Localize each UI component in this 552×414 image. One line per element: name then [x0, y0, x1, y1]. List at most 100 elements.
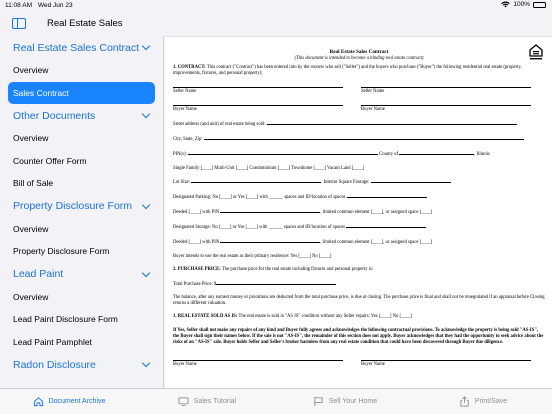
sidebar-section-header[interactable]: Real Estate Sales Contract [0, 36, 163, 59]
sidebar-section-title: Lead Paint [13, 268, 64, 280]
city-label: City, State, Zip: [173, 136, 203, 142]
county-blank[interactable] [399, 151, 475, 155]
state-label: , Illinois [474, 151, 490, 157]
deeded-parking-blank[interactable] [220, 209, 321, 214]
section-contract: 1. CONTRACT: This contract ("Contract") … [173, 65, 545, 77]
sidebar-section-header[interactable]: Other Documents [0, 104, 163, 127]
sign-icon [314, 396, 323, 407]
sidebar-section-header[interactable]: Property Disclosure Form [0, 195, 163, 218]
sidebar-item[interactable]: Sales Contract [8, 81, 155, 104]
city-blank[interactable] [203, 136, 524, 140]
deeded-parking-label: Deeded [____] with PIN [173, 210, 220, 216]
deeded-storage-blank[interactable] [220, 239, 321, 243]
parking-row[interactable]: Designated Parking: No [____] or Yes [__… [173, 194, 545, 201]
house-icon [33, 397, 43, 407]
chevron-down-icon[interactable] [141, 41, 151, 51]
city-field[interactable]: City, State, Zip: [173, 136, 545, 143]
contract-page: Real Estate Sales Contract (This documen… [173, 41, 545, 368]
tab-sell-your-home[interactable]: Sell Your Home [276, 389, 414, 414]
tab-document-archive[interactable]: Document Archive [0, 389, 138, 414]
primary-residence-row[interactable]: Buyer intends to use the real estate as … [173, 254, 545, 260]
property-type-row[interactable]: Single Family [____] Multi-Unit [____] C… [173, 166, 545, 172]
seller-name-line[interactable]: Seller Name [173, 87, 343, 95]
street-blank[interactable] [266, 121, 517, 125]
sidebar-item[interactable]: Lead Paint Pamphlet [0, 331, 163, 354]
pin-blank[interactable] [187, 151, 378, 155]
as-is-buyer-name-line-2[interactable]: Buyer Name [361, 359, 531, 368]
lot-size-blank[interactable] [191, 179, 322, 184]
storage-blank[interactable] [346, 224, 427, 228]
sidebar-item[interactable]: Property Disclosure Form [0, 240, 163, 263]
battery-percent: 100% [513, 1, 530, 8]
section-as-is-head: 3. REAL ESTATE SOLD AS IS: [173, 314, 238, 320]
status-date: Wed Jun 23 [38, 2, 73, 9]
tab-bar: Document Archive Sales Tutorial Sell Your … [0, 388, 552, 414]
chevron-down-icon[interactable] [141, 358, 151, 368]
sidebar-toggle-icon[interactable] [12, 18, 26, 29]
lot-size-row[interactable]: Lot Size: Interior Square Footage: [173, 179, 545, 186]
tab-label: Document Archive [48, 398, 106, 405]
chevron-down-icon[interactable] [141, 109, 151, 119]
sidebar-item[interactable]: Lead Paint Disclosure Form [0, 308, 163, 331]
sidebar-section-header[interactable]: Radon Disclosure [0, 353, 163, 376]
section-as-is: 3. REAL ESTATE SOLD AS IS: The real esta… [173, 314, 545, 320]
section-price: 2. PURCHASE PRICE: The purchase price fo… [173, 267, 545, 273]
sidebar-item[interactable]: Overview [0, 218, 163, 241]
status-right: 100% [501, 1, 546, 8]
sqft-blank[interactable] [370, 179, 451, 184]
sidebar-section-header[interactable]: Lead Paint [0, 263, 163, 286]
tab-sales-tutorial[interactable]: Sales Tutorial [138, 389, 276, 414]
tab-label: Sales Tutorial [193, 398, 237, 405]
section-as-is-text: The real estate is sold in "AS IS" condi… [238, 314, 412, 320]
sidebar-section-title: Property Disclosure Form [13, 200, 133, 212]
deeded-storage-label: Deeded [____] with PIN [173, 239, 220, 245]
battery-icon [533, 1, 546, 8]
seller-signature-row: Seller Name Seller Name [173, 87, 545, 95]
limited-parking-label: , limited common element [____], or assi… [320, 210, 433, 216]
sqft-label: Interior Square Footage: [323, 180, 370, 186]
buyer-name-line-2[interactable]: Buyer Name [361, 105, 531, 113]
balance-text: The balance, after any earnest money or … [173, 295, 545, 307]
share-icon [460, 396, 469, 407]
section-contract-head: 1. CONTRACT: [173, 65, 206, 71]
total-price-label: Total Purchase Price: $ [173, 281, 217, 287]
storage-label: Designated Storage: No [____] or Yes [__… [173, 225, 346, 230]
parking-label: Designated Parking: No [____] or Yes [__… [173, 195, 346, 201]
doc-subtitle: (This document is intended to become a b… [294, 55, 424, 61]
document-viewer[interactable]: Real Estate Sales Contract (This documen… [165, 36, 552, 388]
total-price-blank[interactable] [216, 281, 337, 285]
nav-title: Real Estate Sales [47, 18, 123, 29]
pin-field[interactable]: PIN(s): County of , Illinois [173, 151, 545, 158]
storage-row[interactable]: Designated Storage: No [____] or Yes [__… [173, 224, 545, 231]
wifi-icon [501, 1, 511, 8]
status-time: 11:08 AM [5, 2, 32, 9]
parking-blank[interactable] [346, 194, 427, 199]
section-price-text: The purchase price for the real estate i… [221, 266, 374, 272]
sidebar-item[interactable]: Bill of Sale [0, 172, 163, 195]
section-price-head: 2. PURCHASE PRICE: [173, 266, 221, 272]
sidebar-item[interactable]: Overview [0, 127, 163, 150]
as-is-text: If Yes, Seller shall not make any repair… [173, 328, 544, 345]
sidebar-section-title: Radon Disclosure [13, 358, 96, 371]
deeded-storage-row[interactable]: Deeded [____] with PIN , limited common … [173, 239, 545, 246]
tab-print-save[interactable]: Print/Save [414, 389, 552, 414]
buyer-name-line[interactable]: Buyer Name [173, 105, 343, 113]
street-field[interactable]: Street address (and unit) of real estate… [173, 121, 545, 128]
chevron-down-icon[interactable] [141, 200, 151, 209]
street-label: Street address (and unit) of real estate… [173, 121, 266, 127]
total-price-row[interactable]: Total Purchase Price: $ [173, 281, 545, 288]
monitor-icon [178, 397, 189, 407]
sidebar-section-title: Other Documents [13, 109, 96, 122]
sidebar-item[interactable]: Counter Offer Form [0, 150, 163, 173]
sidebar: Real Estate Sales Contract Overview Sales … [0, 36, 164, 388]
nav-bar: Real Estate Sales [0, 12, 164, 36]
status-bar: 11:08 AM Wed Jun 23 100% [0, 0, 552, 12]
pin-label: PIN(s): [173, 151, 187, 157]
buyer-signature-row: Buyer Name Buyer Name [173, 105, 545, 113]
deeded-parking-row[interactable]: Deeded [____] with PIN , limited common … [173, 209, 545, 216]
sidebar-item[interactable]: Overview [0, 286, 163, 309]
as-is-buyer-name-line[interactable]: Buyer Name [173, 359, 343, 368]
sidebar-item[interactable]: Overview [0, 59, 163, 82]
chevron-down-icon[interactable] [141, 268, 151, 277]
seller-name-line-2[interactable]: Seller Name [361, 87, 531, 95]
